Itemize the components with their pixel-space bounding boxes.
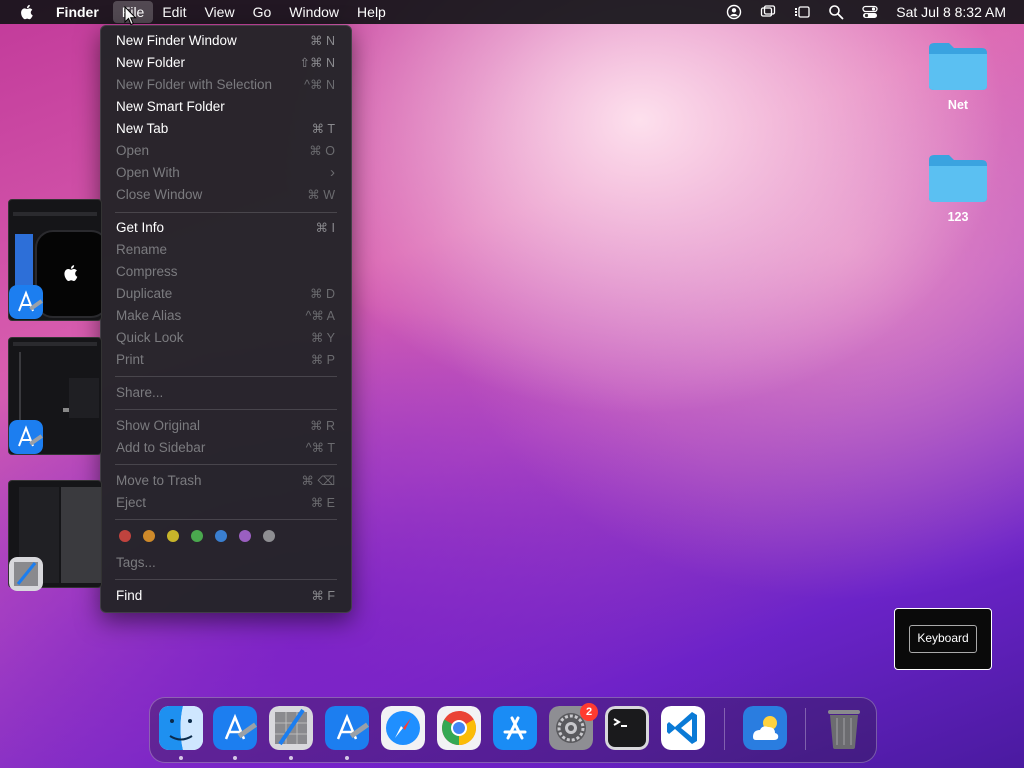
xcode-icon[interactable] xyxy=(9,285,43,319)
dock-separator xyxy=(805,708,806,750)
xcode-icon[interactable] xyxy=(9,420,43,454)
menu-item-new-folder[interactable]: New Folder ⇧⌘ N xyxy=(116,52,335,74)
menu-item-tags: Tags... xyxy=(116,555,156,570)
menu-separator xyxy=(115,376,337,377)
weather-icon xyxy=(743,706,787,750)
tag-color-row xyxy=(119,530,287,542)
instruments-icon xyxy=(269,706,313,750)
menu-item-new-finder-window[interactable]: New Finder Window ⌘ N xyxy=(116,30,335,52)
folder-icon xyxy=(929,155,987,202)
instruments-icon[interactable] xyxy=(9,557,43,591)
vscode-icon xyxy=(661,706,705,750)
tag-green[interactable] xyxy=(191,530,203,542)
dock-trash[interactable] xyxy=(822,706,866,750)
dock-app-store[interactable] xyxy=(493,706,537,750)
menu-edit[interactable]: Edit xyxy=(153,1,195,23)
tag-red[interactable] xyxy=(119,530,131,542)
menu-item-find[interactable]: Find ⌘ F xyxy=(116,585,335,607)
desktop-icon-label: Net xyxy=(947,98,969,112)
desktop-folder-net[interactable]: Net xyxy=(918,40,998,112)
watch-preview xyxy=(35,230,101,318)
menu-separator xyxy=(115,579,337,580)
apple-icon xyxy=(64,265,78,281)
keyboard-indicator-label: Keyboard xyxy=(909,625,977,653)
desktop-folder-123[interactable]: 123 xyxy=(918,152,998,224)
menu-item-print: Print ⌘ P xyxy=(116,352,335,367)
dock-xcode-2[interactable] xyxy=(325,706,369,750)
tag-gray[interactable] xyxy=(263,530,275,542)
apple-icon[interactable] xyxy=(18,3,36,21)
menu-bar: Finder File Edit View Go Window Help Sat… xyxy=(0,0,1024,24)
dock-safari[interactable] xyxy=(381,706,425,750)
dock-finder[interactable] xyxy=(159,706,203,750)
tag-purple[interactable] xyxy=(239,530,251,542)
notification-badge: 2 xyxy=(580,703,598,721)
menu-item-get-info[interactable]: Get Info ⌘ I xyxy=(116,217,335,239)
menu-item-duplicate: Duplicate ⌘ D xyxy=(116,286,335,301)
dock-terminal[interactable] xyxy=(605,706,649,750)
menu-item-new-smart-folder[interactable]: New Smart Folder xyxy=(116,96,335,118)
menu-clock[interactable]: Sat Jul 8 8:32 AM xyxy=(896,4,1006,20)
menu-item-show-original: Show Original ⌘ R xyxy=(116,418,335,433)
dock-weather[interactable] xyxy=(743,706,787,750)
screen-mirror-icon[interactable] xyxy=(760,4,776,20)
tag-yellow[interactable] xyxy=(167,530,179,542)
dock-xcode[interactable] xyxy=(213,706,257,750)
menu-separator xyxy=(115,519,337,520)
menu-app-name[interactable]: Finder xyxy=(52,1,113,23)
file-menu: New Finder Window ⌘ N New Folder ⇧⌘ N New … xyxy=(100,25,352,613)
keyboard-indicator: Keyboard xyxy=(894,608,992,670)
menu-item-add-to-sidebar: Add to Sidebar ^⌘ T xyxy=(116,440,335,455)
chrome-icon xyxy=(437,706,481,750)
dock xyxy=(149,697,877,763)
dock-instruments[interactable] xyxy=(269,706,313,750)
menu-item-open: Open ⌘ O xyxy=(116,143,335,158)
user-icon[interactable] xyxy=(726,4,742,20)
control-center-icon[interactable] xyxy=(862,4,878,20)
menu-item-new-tab[interactable]: New Tab ⌘ T xyxy=(116,118,335,140)
menu-item-quick-look: Quick Look ⌘ Y xyxy=(116,330,335,345)
xcode-icon xyxy=(325,706,369,750)
menu-window[interactable]: Window xyxy=(280,1,348,23)
menu-item-eject: Eject ⌘ E xyxy=(116,495,335,510)
menu-item-open-with: Open With › xyxy=(116,164,335,181)
safari-icon xyxy=(381,706,425,750)
tag-orange[interactable] xyxy=(143,530,155,542)
stage-manager-icon[interactable] xyxy=(794,4,810,20)
finder-icon xyxy=(159,706,203,750)
trash-icon xyxy=(828,710,860,749)
terminal-icon xyxy=(605,706,649,750)
dock-vscode[interactable] xyxy=(661,706,705,750)
menu-item-move-to-trash: Move to Trash ⌘ ⌫ xyxy=(116,473,335,488)
dock-chrome[interactable] xyxy=(437,706,481,750)
menu-item-share: Share... xyxy=(116,385,164,400)
menu-item-make-alias: Make Alias ^⌘ A xyxy=(116,308,335,323)
menu-item-compress: Compress xyxy=(116,264,178,279)
menu-separator xyxy=(115,464,337,465)
menu-item-rename: Rename xyxy=(116,242,168,257)
menu-help[interactable]: Help xyxy=(348,1,395,23)
spotlight-icon[interactable] xyxy=(828,4,844,20)
desktop-icon-label: 123 xyxy=(947,210,969,224)
menu-item-close-window: Close Window ⌘ W xyxy=(116,187,335,202)
mouse-cursor-icon xyxy=(124,6,137,26)
menu-view[interactable]: View xyxy=(195,1,243,23)
xcode-icon xyxy=(213,706,257,750)
menu-item-new-folder-with-selection: New Folder with Selection ^⌘ N xyxy=(116,77,335,92)
dock-separator xyxy=(724,708,725,750)
menu-go[interactable]: Go xyxy=(244,1,281,23)
menu-separator xyxy=(115,409,337,410)
app-store-icon xyxy=(493,706,537,750)
tag-blue[interactable] xyxy=(215,530,227,542)
folder-icon xyxy=(929,43,987,90)
menu-separator xyxy=(115,212,337,213)
